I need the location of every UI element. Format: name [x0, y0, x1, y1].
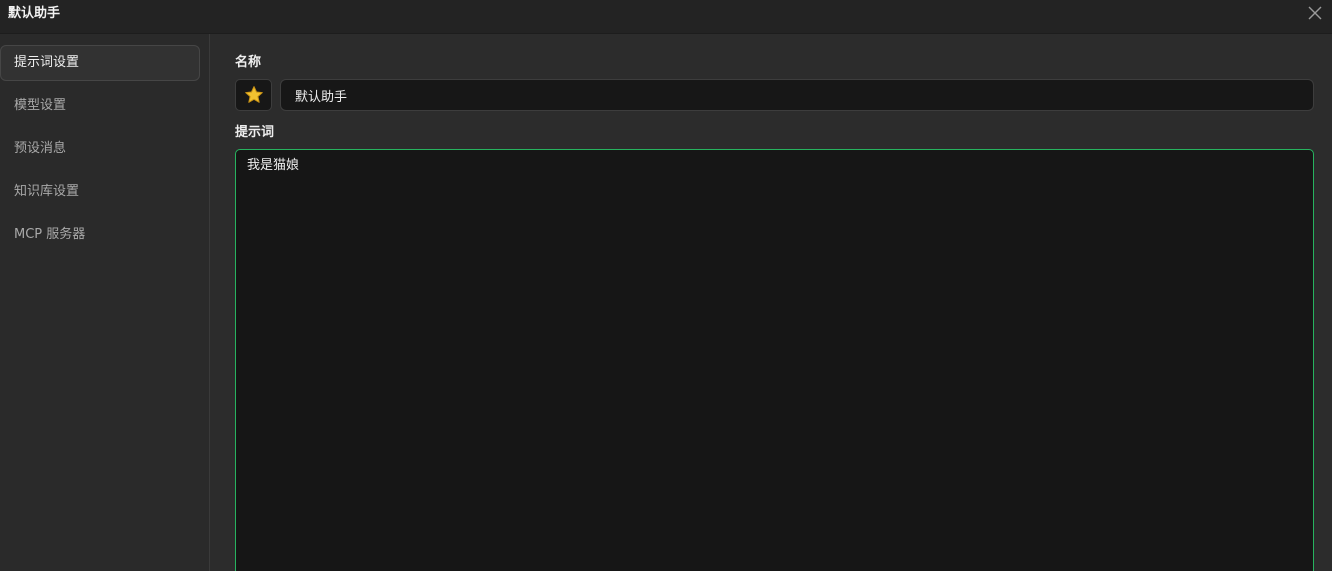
- sidebar-item-label: 预设消息: [14, 141, 67, 156]
- sidebar-item-label: 模型设置: [14, 98, 67, 113]
- sidebar-item-label: 知识库设置: [14, 184, 80, 199]
- name-label: 名称: [235, 55, 262, 70]
- sidebar-item-preset-messages[interactable]: 预设消息: [0, 131, 200, 167]
- prompt-label: 提示词: [235, 125, 275, 140]
- assistant-settings-window: 默认助手 提示词设置 模型设置 预设消息 知识库设置 MCP 服务器 名称 默认…: [0, 0, 1332, 571]
- emoji-picker-button[interactable]: [235, 79, 272, 111]
- sidebar-item-label: MCP 服务器: [14, 227, 86, 242]
- close-icon[interactable]: [1306, 4, 1324, 22]
- sidebar-item-model-settings[interactable]: 模型设置: [0, 88, 200, 124]
- window-title: 默认助手: [8, 6, 61, 21]
- star-icon: [245, 86, 263, 103]
- assistant-name-input[interactable]: [280, 79, 1314, 111]
- sidebar-item-mcp-servers[interactable]: MCP 服务器: [0, 217, 200, 253]
- prompt-textarea[interactable]: 我是猫娘: [235, 149, 1314, 571]
- settings-sidebar: 提示词设置 模型设置 预设消息 知识库设置 MCP 服务器: [0, 34, 210, 571]
- title-bar: 默认助手: [0, 0, 1332, 34]
- sidebar-item-prompt-settings[interactable]: 提示词设置: [0, 45, 200, 81]
- prompt-settings-panel: 名称 提示词 我是猫娘: [211, 34, 1332, 571]
- sidebar-item-knowledge-base-settings[interactable]: 知识库设置: [0, 174, 200, 210]
- sidebar-item-label: 提示词设置: [14, 55, 80, 70]
